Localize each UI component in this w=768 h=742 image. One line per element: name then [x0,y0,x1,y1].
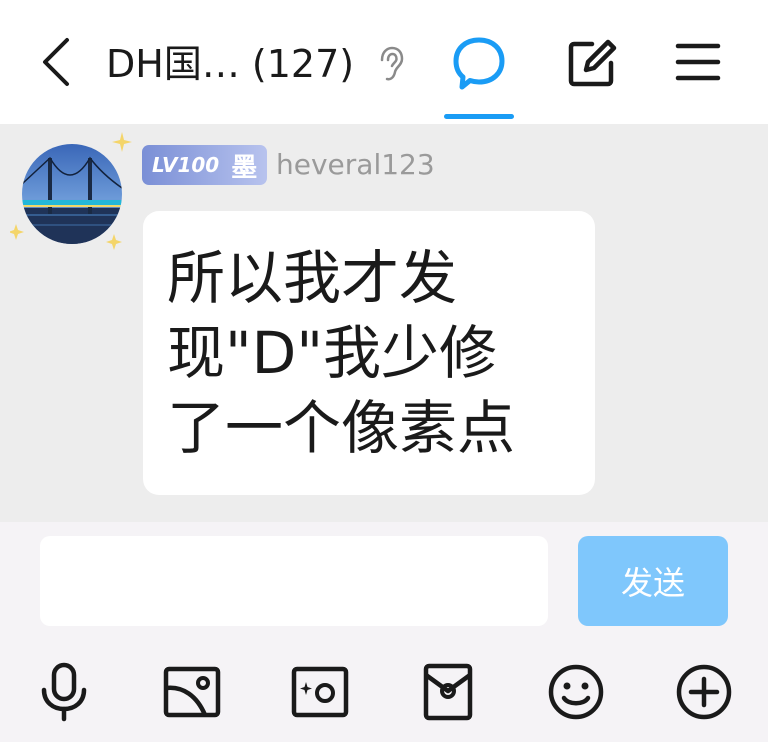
message-input[interactable] [40,536,548,626]
emoji-icon [548,664,604,720]
edit-button[interactable] [566,38,618,90]
back-button[interactable] [34,36,78,88]
edit-square-icon [568,39,617,87]
sender-name[interactable]: heveral123 [276,145,435,185]
message-bubble[interactable]: 所以我才发 现"D"我少修 了一个像素点 [143,211,595,495]
message-list[interactable]: LV100 墨 heveral123 所以我才发 现"D"我少修 了一个像素点 [0,124,768,522]
red-packet-icon [423,663,473,721]
microphone-icon [41,662,87,722]
avatar[interactable] [22,144,122,244]
level-badge: LV100 墨 [142,145,268,185]
send-button[interactable]: 发送 [578,536,728,626]
chat-bubble-icon [453,37,505,90]
red-packet-button[interactable] [418,662,478,722]
ear-icon [380,46,404,81]
plus-circle-icon [676,664,732,720]
chevron-left-icon [43,38,69,86]
tab-chat[interactable] [444,32,514,120]
badge-title: 墨 [231,152,258,183]
menu-button[interactable] [674,40,722,84]
message-text: 所以我才发 现"D"我少修 了一个像素点 [167,244,516,462]
emoji-button[interactable] [546,662,606,722]
composer: 发送 [0,522,768,742]
image-icon [163,666,221,718]
group-title[interactable]: DH国… (127) [106,36,354,92]
camera-icon [291,666,349,718]
level-text: LV100 [152,153,220,177]
bridge-photo-icon [22,144,122,244]
top-bar: DH国… (127) [0,0,768,124]
active-tab-indicator [444,114,514,119]
hamburger-menu-icon [675,43,721,81]
camera-button[interactable] [290,662,350,722]
voice-button[interactable] [34,662,94,722]
more-button[interactable] [674,662,734,722]
image-button[interactable] [162,662,222,722]
